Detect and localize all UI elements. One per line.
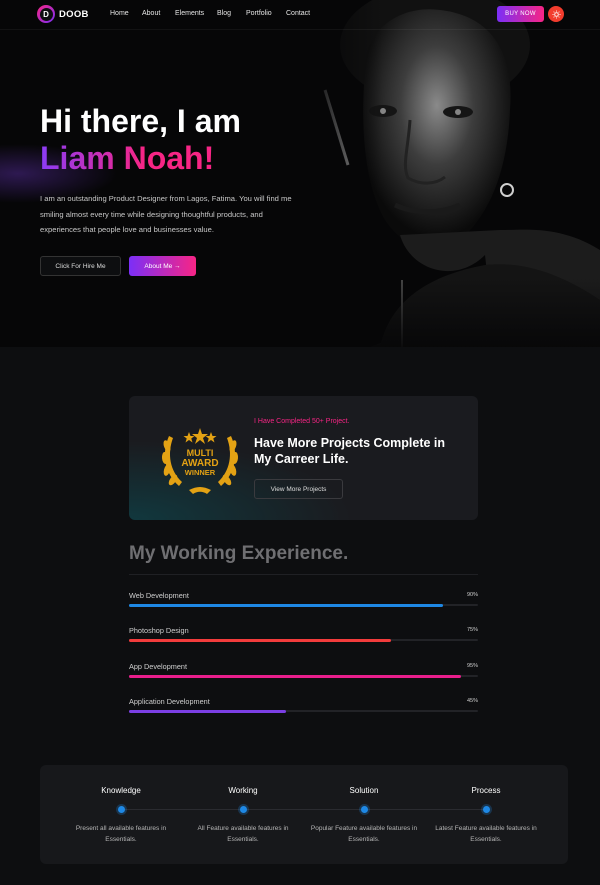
divider (129, 574, 478, 575)
step-knowledge: Knowledge Present all available features… (56, 765, 186, 864)
skill-name: Photoshop Design (129, 626, 189, 635)
skill-track (129, 638, 478, 642)
skill-percent: 90% (466, 592, 478, 598)
award-card: MULTI AWARD WINNER I Have Completed 50+ … (129, 396, 478, 520)
award-title: Have More Projects Complete in My Carree… (254, 436, 446, 466)
step-process: Process Latest Feature available feature… (421, 765, 551, 864)
logo-text: DOOB (59, 8, 89, 20)
skill-name: App Development (129, 662, 188, 671)
skill-track (129, 674, 478, 678)
nav-elements[interactable]: Elements (175, 10, 204, 17)
nav-blog[interactable]: Blog (217, 10, 231, 17)
award-badge-icon: MULTI AWARD WINNER (161, 428, 239, 494)
skill-fill (129, 603, 444, 607)
site-header: D DOOB Home About Elements Blog Portfoli… (0, 0, 600, 30)
buy-now-button[interactable]: BUY NOW (497, 6, 544, 22)
logo[interactable]: D DOOB (37, 5, 89, 23)
step-title: Process (471, 786, 501, 795)
view-more-projects-button[interactable]: View More Projects (254, 479, 343, 499)
timeline-dot (118, 806, 125, 813)
skill-track (129, 709, 478, 713)
step-solution: Solution Popular Feature available featu… (299, 765, 429, 864)
step-title: Knowledge (101, 786, 141, 795)
nav-portfolio[interactable]: Portfolio (246, 10, 272, 17)
portrait-image (310, 0, 600, 347)
experience-title: My Working Experience. (129, 543, 349, 564)
badge-line1: MULTI (187, 448, 214, 458)
award-kicker: I Have Completed 50+ Project. (254, 418, 350, 425)
skill-application-development: Application Development 45% (129, 697, 478, 719)
step-description: All Feature available features in Essent… (197, 825, 289, 843)
nav-contact[interactable]: Contact (286, 10, 310, 17)
hire-me-button[interactable]: Click For Hire Me (40, 256, 121, 276)
step-title: Solution (349, 786, 379, 795)
nav-about[interactable]: About (142, 10, 160, 17)
hero-greeting: Hi there, I am (40, 103, 241, 139)
skill-web-development: Web Development 90% (129, 591, 478, 613)
step-description: Latest Feature available features in Ess… (435, 825, 537, 843)
skill-name: Web Development (129, 591, 189, 600)
step-description: Popular Feature available features in Es… (310, 825, 418, 843)
sun-icon (551, 9, 561, 19)
skill-fill (129, 674, 461, 678)
hero-section: Hi there, I am Liam Noah! I am an outsta… (0, 0, 600, 347)
nav-home[interactable]: Home (110, 10, 129, 17)
step-description: Present all available features in Essent… (75, 825, 167, 843)
skill-fill (129, 638, 391, 642)
timeline-dot (361, 806, 368, 813)
hero-name: Liam Noah! (40, 140, 215, 176)
timeline-dot (483, 806, 490, 813)
skill-photoshop-design: Photoshop Design 75% (129, 626, 478, 648)
theme-toggle-button[interactable] (548, 6, 564, 22)
skill-percent: 95% (466, 663, 478, 669)
process-card: Knowledge Present all available features… (40, 765, 568, 864)
skill-percent: 45% (466, 698, 478, 704)
step-working: Working All Feature available features i… (178, 765, 308, 864)
logo-icon: D (37, 5, 55, 23)
badge-line3: WINNER (185, 468, 216, 477)
skill-name: Application Development (129, 697, 210, 706)
hero-description: I am an outstanding Product Designer fro… (40, 194, 292, 234)
skill-fill (129, 709, 287, 713)
skill-percent: 75% (466, 627, 478, 633)
step-title: Working (228, 786, 258, 795)
timeline-dot (240, 806, 247, 813)
logo-letter: D (39, 7, 53, 21)
about-me-button[interactable]: About Me → (129, 256, 196, 276)
skill-app-development: App Development 95% (129, 662, 478, 684)
skill-track (129, 603, 478, 607)
